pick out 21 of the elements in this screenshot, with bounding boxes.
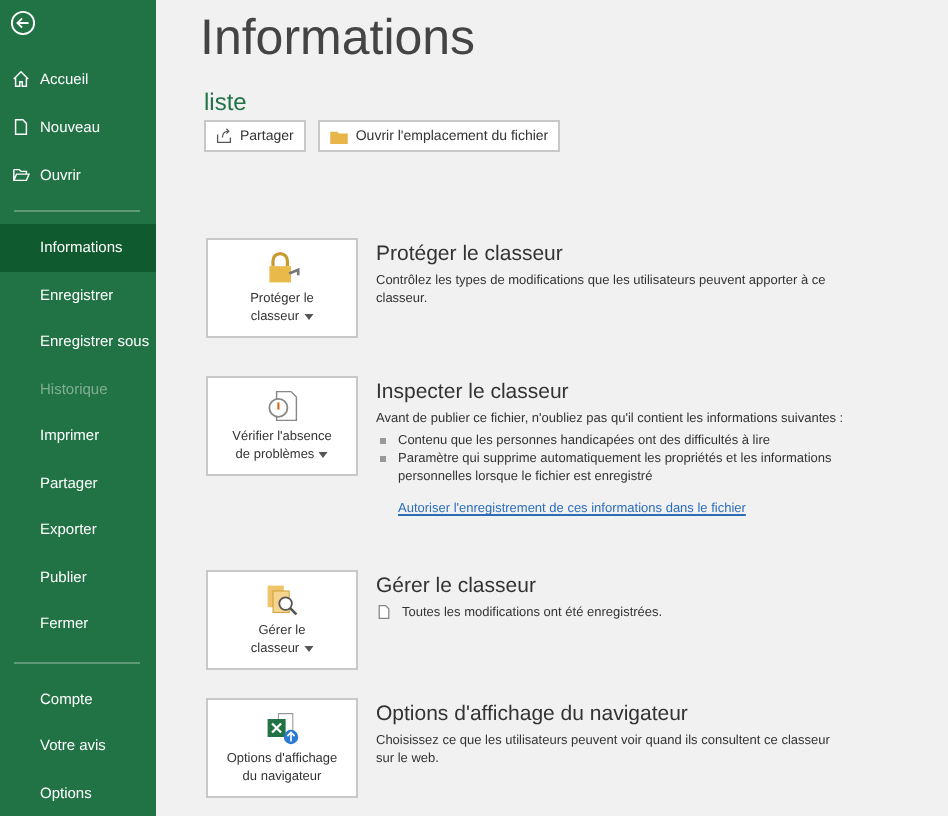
section-title: Inspecter le classeur [376,380,571,404]
section-title: Protéger le classeur [376,242,565,266]
page-title: Informations [200,10,478,68]
caret-icon [318,452,329,458]
section-title: Gérer le classeur [376,574,538,598]
documents-search-icon [264,582,300,618]
spreadsheet-globe-icon [264,710,300,746]
document-icon [12,117,30,135]
back-icon[interactable] [10,10,36,36]
share-icon [216,128,232,144]
caret-icon [303,314,314,320]
folder-icon [329,129,348,143]
folder-icon [12,165,30,183]
caret-icon [303,646,314,652]
file-name: liste [204,88,249,116]
bullet-icon [380,438,386,444]
document-icon [376,604,392,620]
home-icon [12,69,30,87]
lock-icon [264,250,300,286]
bullet-icon [380,456,386,462]
section-title: Options d'affichage du navigateur [376,702,690,726]
